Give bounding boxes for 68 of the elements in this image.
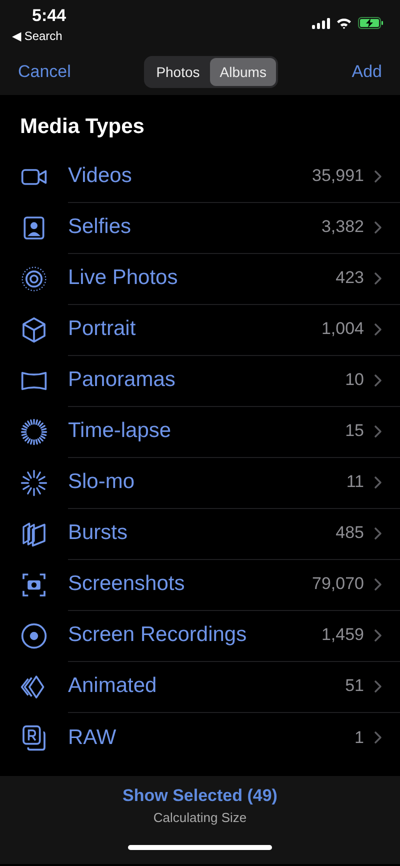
status-time: 5:44	[32, 6, 66, 26]
media-type-label: Screen Recordings	[68, 623, 248, 647]
media-type-label: Selfies	[68, 215, 132, 239]
item-count: 51	[345, 676, 364, 696]
media-type-row[interactable]: Panoramas 10	[0, 355, 400, 406]
media-type-label: Live Photos	[68, 266, 179, 290]
chevron-icon	[374, 628, 382, 642]
chevron-icon	[374, 322, 382, 336]
chevron-icon	[374, 731, 382, 744]
item-count: 1	[354, 728, 364, 748]
item-count: 11	[346, 472, 364, 492]
media-type-label: Portrait	[68, 317, 137, 341]
concentric-circles-icon	[20, 264, 48, 292]
chevron-icon	[374, 526, 382, 540]
raw-badge-icon	[20, 724, 48, 752]
section-title: Media Types	[19, 114, 146, 140]
media-type-row[interactable]: Slo-mo 11	[0, 457, 400, 508]
item-count: 10	[345, 370, 364, 390]
item-count: 1,004	[321, 319, 364, 339]
chevron-icon	[374, 424, 382, 438]
media-type-row[interactable]: Time-lapse 15	[0, 406, 400, 457]
item-count: 35,991	[312, 166, 364, 186]
stacked-frames-icon	[20, 520, 48, 548]
media-type-row[interactable]: Videos 35,991	[0, 151, 400, 202]
chevron-icon	[374, 374, 382, 386]
media-type-label: Bursts	[68, 521, 129, 545]
media-type-row[interactable]: Bursts 485	[0, 508, 400, 559]
media-type-row[interactable]: RAW 1	[0, 712, 400, 763]
media-type-row[interactable]: Screen Recordings 1,459	[0, 610, 400, 661]
dashed-burst-icon	[20, 468, 48, 496]
media-type-label: Slo-mo	[68, 470, 136, 494]
record-circle-icon	[20, 622, 48, 650]
cube-icon	[20, 316, 48, 344]
media-type-label: Time-lapse	[68, 419, 172, 443]
media-type-label: Videos	[68, 164, 133, 188]
media-type-label: Screenshots	[68, 572, 186, 596]
show-selected-button[interactable]: Show Selected (49)	[122, 786, 278, 806]
chevron-icon	[374, 476, 382, 488]
media-type-row[interactable]: Live Photos 423	[0, 253, 400, 304]
item-count: 1,459	[321, 625, 364, 645]
media-type-label: Animated	[68, 674, 158, 698]
media-type-label: Panoramas	[68, 368, 176, 392]
status-text: Calculating Size	[153, 810, 247, 825]
item-count: 3,382	[321, 217, 364, 237]
chevron-icon	[374, 578, 382, 590]
media-type-row[interactable]: Animated 51	[0, 661, 400, 712]
chevron-icon	[374, 272, 382, 284]
media-type-label: RAW	[68, 726, 118, 750]
wifi-icon	[336, 17, 352, 29]
signal-icon	[312, 18, 330, 28]
back-link[interactable]: ◀ Search	[12, 29, 66, 43]
item-count: 15	[345, 421, 364, 441]
segment-tab[interactable]: Photos	[146, 58, 210, 86]
chevron-icon	[374, 170, 382, 182]
chevron-icon	[374, 220, 382, 234]
cancel-button[interactable]: Cancel	[18, 62, 71, 82]
media-type-row[interactable]: Portrait 1,004	[0, 304, 400, 355]
media-type-row[interactable]: Screenshots 79,070	[0, 559, 400, 610]
battery-charging-icon	[358, 17, 384, 29]
item-count: 79,070	[312, 574, 364, 594]
segment-tab[interactable]: Albums	[210, 58, 276, 86]
media-type-row[interactable]: Selfies 3,382	[0, 202, 400, 253]
screenshot-camera-icon	[20, 570, 48, 598]
add-button[interactable]: Add	[352, 62, 382, 82]
dashed-circle-icon	[20, 418, 48, 446]
item-count: 485	[336, 523, 364, 543]
chevron-icon	[374, 680, 382, 692]
item-count: 423	[336, 268, 364, 288]
